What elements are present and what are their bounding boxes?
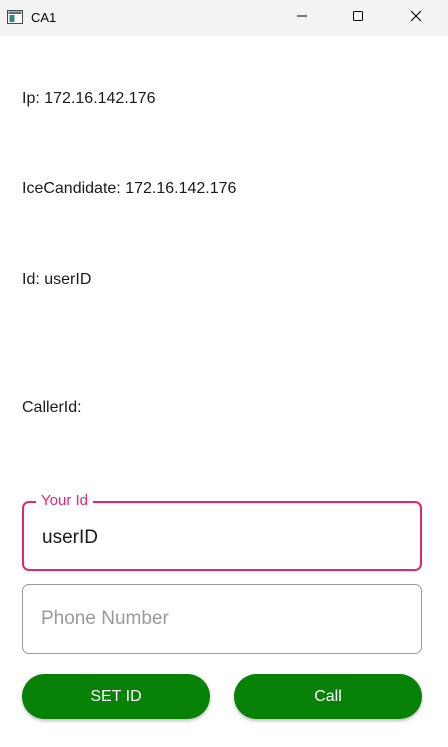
close-icon [410, 9, 422, 27]
your-id-value[interactable]: userID [42, 526, 98, 550]
caller-id-info: CallerId: [22, 398, 86, 418]
ice-candidate-label: IceCandidate: [22, 180, 121, 197]
phone-number-input[interactable] [41, 607, 401, 631]
ice-candidate-info: IceCandidate: 172.16.142.176 [22, 179, 236, 199]
ice-candidate-value: 172.16.142.176 [125, 180, 237, 197]
close-button[interactable] [393, 0, 439, 36]
title-bar[interactable]: CA1 [0, 0, 448, 36]
minimize-button[interactable] [279, 0, 325, 36]
maximize-button[interactable] [335, 0, 381, 36]
set-id-button[interactable]: SET ID [22, 674, 210, 719]
app-window-icon [7, 10, 23, 24]
maximize-icon [352, 9, 364, 27]
phone-number-field[interactable] [22, 584, 422, 654]
id-value: userID [44, 271, 92, 288]
call-button[interactable]: Call [234, 674, 422, 719]
caller-id-label: CallerId: [22, 399, 82, 416]
minimize-icon [296, 9, 308, 27]
id-info: Id: userID [22, 270, 91, 290]
your-id-label: Your Id [36, 492, 93, 510]
id-label: Id: [22, 271, 40, 288]
ip-info: Ip: 172.16.142.176 [22, 89, 155, 109]
ip-value: 172.16.142.176 [44, 90, 156, 107]
your-id-field[interactable]: Your Id userID [22, 492, 422, 571]
window-title: CA1 [31, 10, 57, 25]
ip-label: Ip: [22, 90, 40, 107]
